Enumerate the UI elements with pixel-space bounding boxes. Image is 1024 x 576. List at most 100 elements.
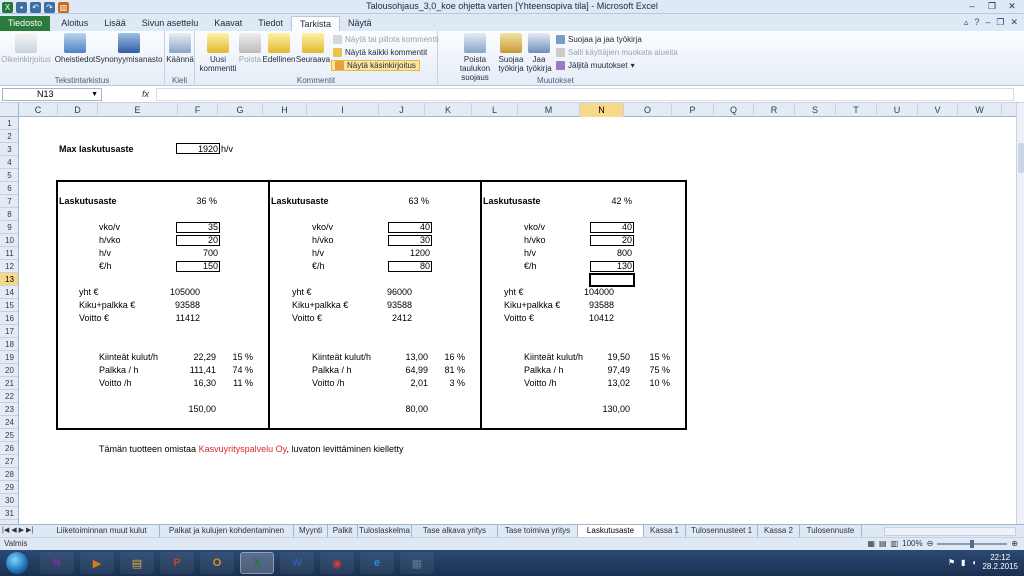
thesaurus-button[interactable]: Synonyymisanasto [95,33,163,64]
row-header-25[interactable]: 25 [0,429,18,442]
show-all-comments-button[interactable]: Näytä kaikki kommentit [333,47,427,58]
tab-0[interactable]: Tiedosto [0,16,51,31]
column-header-q[interactable]: Q [714,103,754,117]
vko-value[interactable]: 35 [176,221,218,234]
row-header-16[interactable]: 16 [0,312,18,325]
zoom-in-icon[interactable]: ⊕ [1011,539,1018,548]
help-icon[interactable]: ? [974,17,979,28]
row-header-24[interactable]: 24 [0,416,18,429]
column-header-p[interactable]: P [672,103,714,117]
sheet-tab[interactable]: Myynti [294,525,328,537]
hvko-value[interactable]: 30 [388,234,430,247]
row-header-1[interactable]: 1 [0,117,18,130]
row-header-7[interactable]: 7 [0,195,18,208]
sheet-tab[interactable]: Tuloslaskelma [358,525,412,537]
share-workbook-button[interactable]: Jaa työkirja [526,33,552,73]
sheet-tab[interactable]: Laskutusaste [578,525,644,537]
column-header-r[interactable]: R [754,103,795,117]
hvko-value[interactable]: 20 [176,234,218,247]
row-header-22[interactable]: 22 [0,390,18,403]
chrome-icon[interactable]: ◉ [320,552,354,574]
row-header-27[interactable]: 27 [0,455,18,468]
word-icon[interactable]: W [280,552,314,574]
previous-comment-button[interactable]: Edellinen [263,33,295,64]
row-header-23[interactable]: 23 [0,403,18,416]
row-header-19[interactable]: 19 [0,351,18,364]
sheet-tab[interactable]: Kassa 1 [644,525,686,537]
first-sheet-icon[interactable]: |◀ [2,526,9,534]
normal-view-icon[interactable]: ▦ [867,539,875,548]
row-header-14[interactable]: 14 [0,286,18,299]
column-header-t[interactable]: T [836,103,877,117]
row-header-3[interactable]: 3 [0,143,18,156]
volume-icon[interactable]: ◖ [972,558,977,567]
row-header-6[interactable]: 6 [0,182,18,195]
workbook-minimize-icon[interactable]: – [985,17,990,28]
minimize-icon[interactable]: – [964,0,980,12]
vertical-scroll-thumb[interactable] [1018,143,1024,173]
track-changes-button[interactable]: Jäljitä muutokset ▾ [556,60,635,71]
column-header-e[interactable]: E [98,103,178,117]
max-value[interactable]: 1920 [176,143,218,156]
onenote-icon[interactable]: N [40,552,74,574]
column-header-o[interactable]: O [624,103,672,117]
row-header-8[interactable]: 8 [0,208,18,221]
ribbon-minimize-icon[interactable]: ▵ [964,17,969,28]
zoom-slider[interactable] [937,539,1008,548]
column-header-j[interactable]: J [379,103,425,117]
row-header-17[interactable]: 17 [0,325,18,338]
internet-explorer-icon[interactable]: e [360,552,394,574]
column-header-k[interactable]: K [425,103,472,117]
row-header-18[interactable]: 18 [0,338,18,351]
column-header-i[interactable]: I [307,103,379,117]
zoom-level[interactable]: 100% [902,539,922,548]
delete-comment-button[interactable]: Poista [237,33,263,64]
row-header-4[interactable]: 4 [0,156,18,169]
column-header-u[interactable]: U [877,103,918,117]
start-button[interactable] [6,552,28,574]
sheet-tab[interactable]: Liiketoiminnan muut kulut [44,525,160,537]
row-header-29[interactable]: 29 [0,481,18,494]
row-header-31[interactable]: 31 [0,507,18,520]
close-icon[interactable]: ✕ [1004,0,1020,12]
outlook-icon[interactable]: O [200,552,234,574]
row-header-20[interactable]: 20 [0,364,18,377]
tab-5[interactable]: Tiedot [250,16,291,31]
research-button[interactable]: Oheistiedot [54,33,96,64]
row-header-10[interactable]: 10 [0,234,18,247]
column-header-f[interactable]: F [178,103,218,117]
media-player-icon[interactable]: ▶ [80,552,114,574]
workbook-restore-icon[interactable]: ❐ [996,17,1004,28]
page-break-view-icon[interactable]: ▥ [891,539,899,548]
row-header-5[interactable]: 5 [0,169,18,182]
sheet-tab[interactable]: Tase alkava yritys [412,525,498,537]
zoom-out-icon[interactable]: ⊖ [927,539,934,548]
tab-7[interactable]: Näytä [340,16,380,31]
next-sheet-icon[interactable]: ▶ [19,526,24,534]
sheet-tab[interactable]: Tulosennuste [800,525,862,537]
column-header-h[interactable]: H [263,103,307,117]
column-header-s[interactable]: S [795,103,836,117]
name-box[interactable]: N13 ▼ [2,88,102,101]
row-header-2[interactable]: 2 [0,130,18,143]
new-comment-button[interactable]: Uusi kommentti [199,33,237,73]
powerpoint-icon[interactable]: P [160,552,194,574]
show-ink-button[interactable]: Näytä käsinkirjoitus [331,60,420,71]
tab-3[interactable]: Sivun asettelu [134,16,207,31]
sheet-tab[interactable]: Tulosennusteet 1 [686,525,758,537]
restore-icon[interactable]: ❐ [984,0,1000,12]
function-icon[interactable]: fx [142,89,149,99]
tab-4[interactable]: Kaavat [206,16,250,31]
column-header-d[interactable]: D [58,103,98,117]
column-header-n[interactable]: N [580,103,624,117]
prev-sheet-icon[interactable]: ◀ [11,526,16,534]
tab-2[interactable]: Lisää [96,16,134,31]
column-header-l[interactable]: L [472,103,518,117]
sheet-tab[interactable]: Palkat ja kulujen kohdentaminen [160,525,294,537]
allow-users-edit-button[interactable]: Salli käyttäjien muokata alueita [556,47,678,58]
column-header-m[interactable]: M [518,103,580,117]
chevron-down-icon[interactable]: ▼ [91,89,98,100]
last-sheet-icon[interactable]: ▶| [26,526,33,534]
protect-workbook-button[interactable]: Suojaa työkirja [498,33,524,73]
row-header-15[interactable]: 15 [0,299,18,312]
